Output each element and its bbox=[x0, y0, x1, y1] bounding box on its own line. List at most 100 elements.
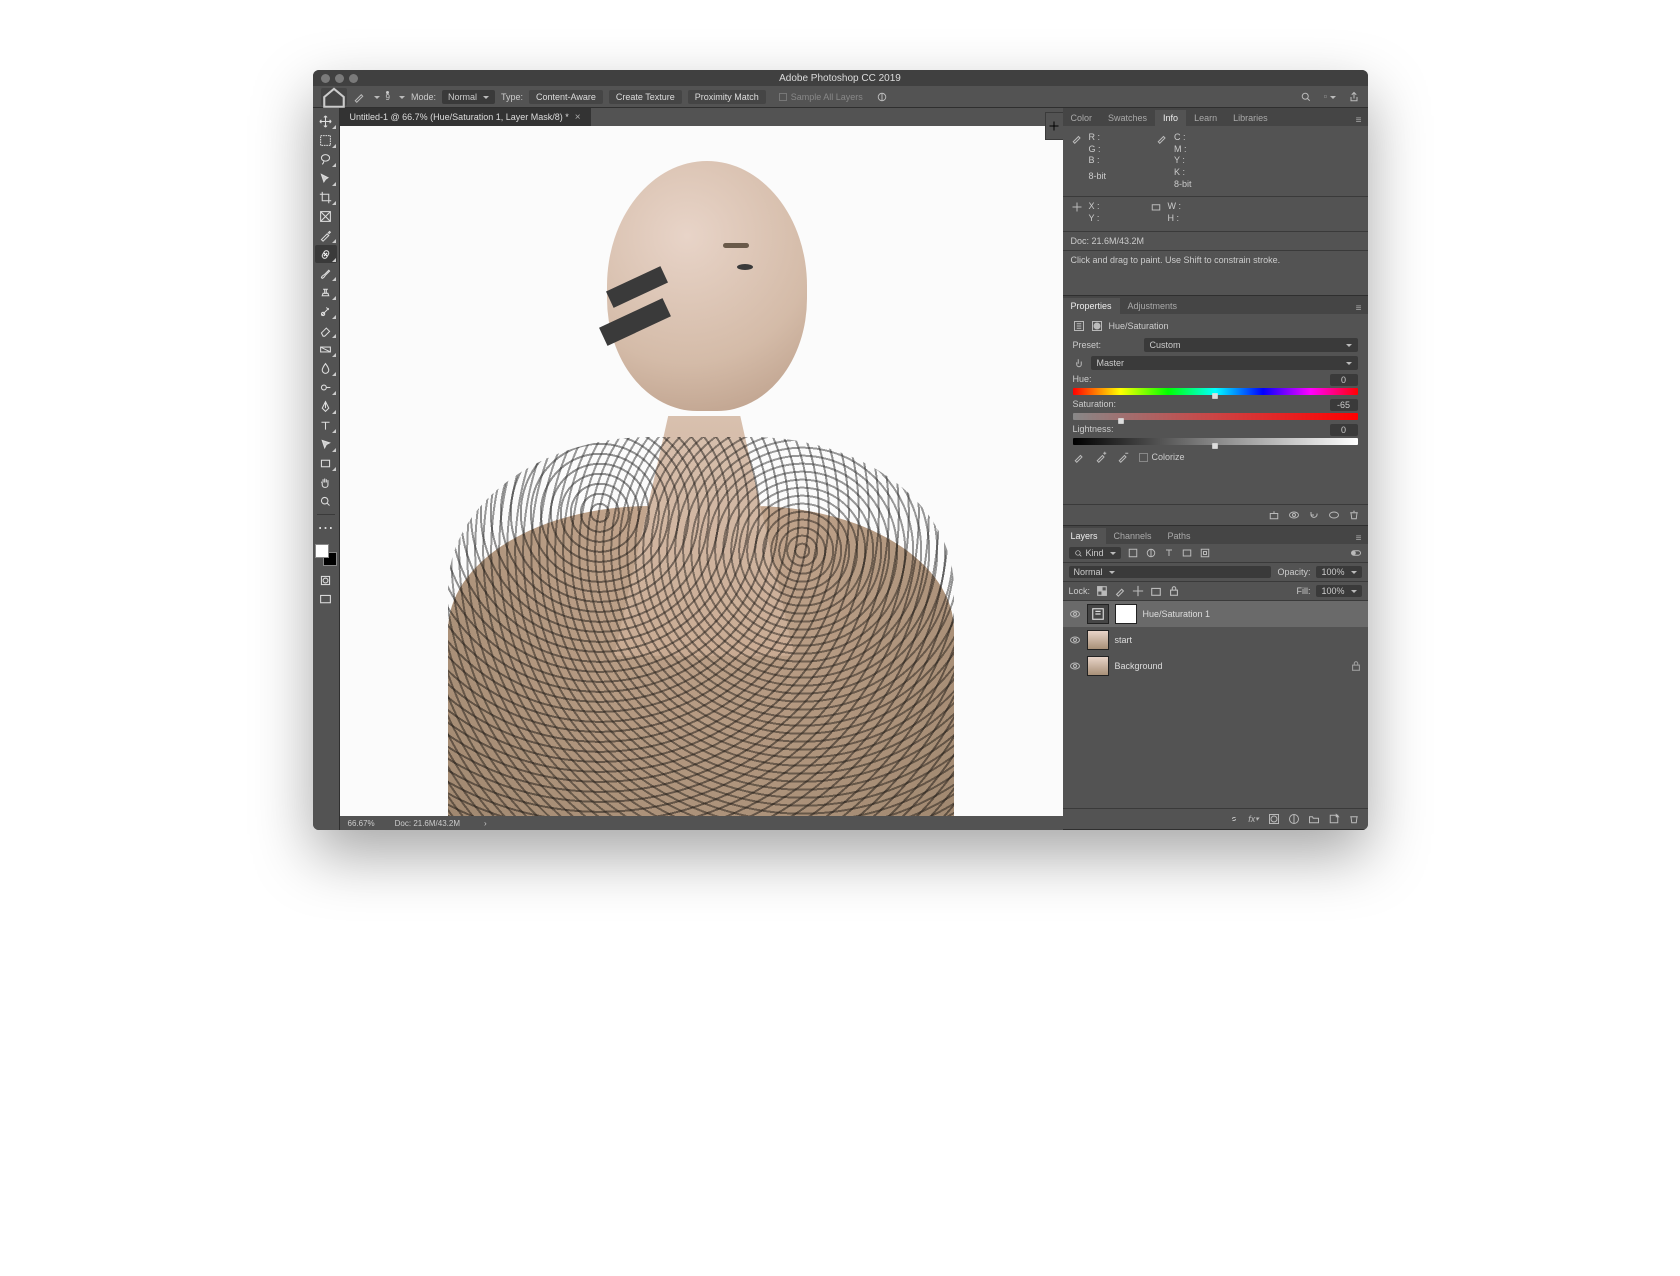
fill-input[interactable]: 100% bbox=[1316, 585, 1361, 597]
frame-tool[interactable] bbox=[315, 207, 337, 225]
opacity-input[interactable]: 100% bbox=[1316, 566, 1361, 578]
proximity-match-button[interactable]: Proximity Match bbox=[688, 90, 766, 104]
pen-tool[interactable] bbox=[315, 397, 337, 415]
foreground-color[interactable] bbox=[315, 544, 329, 558]
tab-info[interactable]: Info bbox=[1155, 110, 1186, 126]
status-chevron-icon[interactable]: › bbox=[484, 819, 487, 828]
lock-position-icon[interactable] bbox=[1132, 585, 1144, 597]
sample-all-layers-checkbox[interactable]: Sample All Layers bbox=[772, 90, 870, 104]
marquee-tool[interactable] bbox=[315, 131, 337, 149]
content-aware-button[interactable]: Content-Aware bbox=[529, 90, 603, 104]
gradient-tool[interactable] bbox=[315, 340, 337, 358]
quick-mask-button[interactable] bbox=[315, 571, 337, 589]
delete-layer-icon[interactable] bbox=[1348, 813, 1360, 825]
colorize-checkbox[interactable]: Colorize bbox=[1139, 452, 1185, 462]
edit-toolbar-button[interactable]: ⋯ bbox=[315, 519, 337, 537]
layer-row[interactable]: start bbox=[1063, 627, 1368, 653]
channel-select[interactable]: Master bbox=[1091, 356, 1358, 370]
tab-channels[interactable]: Channels bbox=[1106, 528, 1160, 544]
mode-select[interactable]: Normal bbox=[442, 90, 495, 104]
filter-select[interactable]: Kind bbox=[1069, 547, 1121, 559]
panel-menu-icon[interactable]: ≡ bbox=[1350, 115, 1368, 126]
tab-adjustments[interactable]: Adjustments bbox=[1120, 298, 1186, 314]
tab-color[interactable]: Color bbox=[1063, 110, 1101, 126]
shape-tool[interactable] bbox=[315, 454, 337, 472]
brush-tool[interactable] bbox=[315, 264, 337, 282]
path-select-tool[interactable] bbox=[315, 435, 337, 453]
finger-icon[interactable] bbox=[1073, 357, 1085, 369]
eyedropper-sub-icon[interactable] bbox=[1117, 451, 1129, 463]
clone-stamp-tool[interactable] bbox=[315, 283, 337, 301]
layer-row[interactable]: Hue/Saturation 1 bbox=[1063, 601, 1368, 627]
document-tab[interactable]: Untitled-1 @ 66.7% (Hue/Saturation 1, La… bbox=[340, 108, 591, 126]
doc-size[interactable]: Doc: 21.6M/43.2M bbox=[395, 819, 460, 828]
preset-chevron-icon[interactable] bbox=[371, 92, 380, 102]
filter-pixel-icon[interactable] bbox=[1127, 547, 1139, 559]
lasso-tool[interactable] bbox=[315, 150, 337, 168]
eyedropper-set-icon[interactable] bbox=[1073, 451, 1085, 463]
filter-toggle-icon[interactable] bbox=[1350, 547, 1362, 559]
link-layers-icon[interactable] bbox=[1228, 813, 1240, 825]
clip-icon[interactable] bbox=[1268, 509, 1280, 521]
visibility-toggle[interactable] bbox=[1069, 634, 1081, 646]
tab-libraries[interactable]: Libraries bbox=[1225, 110, 1276, 126]
type-tool[interactable] bbox=[315, 416, 337, 434]
tab-learn[interactable]: Learn bbox=[1186, 110, 1225, 126]
panel-menu-icon[interactable]: ≡ bbox=[1350, 303, 1368, 314]
blend-mode-select[interactable]: Normal bbox=[1069, 566, 1272, 578]
filter-adjust-icon[interactable] bbox=[1145, 547, 1157, 559]
collapsed-panel-icon[interactable] bbox=[1045, 112, 1063, 140]
tab-paths[interactable]: Paths bbox=[1160, 528, 1199, 544]
zoom-level[interactable]: 66.67% bbox=[348, 819, 375, 828]
dodge-tool[interactable] bbox=[315, 378, 337, 396]
mask-thumb[interactable] bbox=[1115, 604, 1137, 624]
close-tab-icon[interactable]: × bbox=[575, 112, 581, 123]
layer-row[interactable]: Background bbox=[1063, 653, 1368, 679]
brush-chevron-icon[interactable] bbox=[396, 92, 405, 102]
lightness-slider[interactable]: Lightness:0 bbox=[1073, 424, 1358, 445]
share-icon[interactable] bbox=[1348, 91, 1360, 103]
eyedropper-tool[interactable] bbox=[315, 226, 337, 244]
blur-tool[interactable] bbox=[315, 359, 337, 377]
tool-preset-icon[interactable] bbox=[353, 91, 365, 103]
quick-select-tool[interactable] bbox=[315, 169, 337, 187]
hue-slider[interactable]: Hue:0 bbox=[1073, 374, 1358, 395]
filter-type-icon[interactable] bbox=[1163, 547, 1175, 559]
lock-all-icon[interactable] bbox=[1168, 585, 1180, 597]
new-adjustment-icon[interactable] bbox=[1288, 813, 1300, 825]
lock-nesting-icon[interactable] bbox=[1150, 585, 1162, 597]
tab-swatches[interactable]: Swatches bbox=[1100, 110, 1155, 126]
hand-tool[interactable] bbox=[315, 473, 337, 491]
add-mask-icon[interactable] bbox=[1268, 813, 1280, 825]
canvas[interactable] bbox=[340, 126, 1063, 816]
move-tool[interactable] bbox=[315, 112, 337, 130]
healing-brush-tool[interactable] bbox=[315, 245, 337, 263]
lock-pixels-icon[interactable] bbox=[1114, 585, 1126, 597]
tab-layers[interactable]: Layers bbox=[1063, 528, 1106, 544]
tab-properties[interactable]: Properties bbox=[1063, 298, 1120, 314]
toggle-visibility-icon[interactable] bbox=[1328, 509, 1340, 521]
panel-menu-icon[interactable]: ≡ bbox=[1350, 533, 1368, 544]
fx-icon[interactable]: fx▾ bbox=[1248, 813, 1260, 825]
reset-icon[interactable] bbox=[1308, 509, 1320, 521]
screen-mode-button[interactable] bbox=[315, 590, 337, 608]
visibility-toggle[interactable] bbox=[1069, 660, 1081, 672]
filter-smart-icon[interactable] bbox=[1199, 547, 1211, 559]
lock-transparency-icon[interactable] bbox=[1096, 585, 1108, 597]
visibility-toggle[interactable] bbox=[1069, 608, 1081, 620]
view-previous-icon[interactable] bbox=[1288, 509, 1300, 521]
pressure-icon[interactable] bbox=[876, 91, 888, 103]
delete-icon[interactable] bbox=[1348, 509, 1360, 521]
search-icon[interactable] bbox=[1300, 91, 1312, 103]
new-group-icon[interactable] bbox=[1308, 813, 1320, 825]
preset-select[interactable]: Custom bbox=[1144, 338, 1358, 352]
crop-tool[interactable] bbox=[315, 188, 337, 206]
workspace-select[interactable] bbox=[1324, 91, 1336, 103]
color-swatches[interactable] bbox=[315, 544, 337, 566]
eraser-tool[interactable] bbox=[315, 321, 337, 339]
filter-shape-icon[interactable] bbox=[1181, 547, 1193, 559]
home-button[interactable] bbox=[321, 88, 347, 106]
brush-picker[interactable]: 9 bbox=[386, 91, 390, 102]
history-brush-tool[interactable] bbox=[315, 302, 337, 320]
eyedropper-add-icon[interactable] bbox=[1095, 451, 1107, 463]
